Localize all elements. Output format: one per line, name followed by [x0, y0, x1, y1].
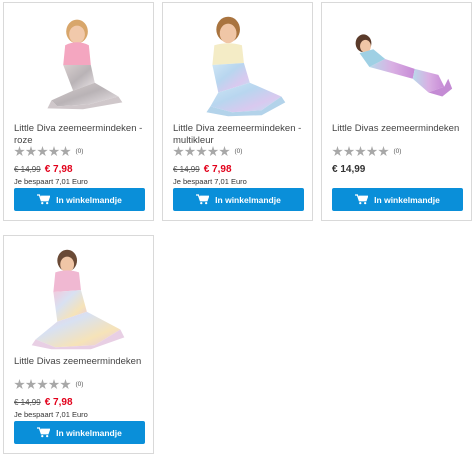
sale-price: € 7,98	[44, 164, 73, 175]
star-icon	[25, 379, 37, 390]
star-icon	[343, 146, 355, 157]
star-icon	[48, 146, 60, 157]
add-to-cart-button[interactable]: In winkelmandje	[332, 188, 463, 211]
add-to-cart-label: In winkelmandje	[374, 194, 440, 205]
old-price: € 14,99	[173, 165, 200, 174]
star-icon	[48, 379, 60, 390]
product-title[interactable]: Little Diva zeemeermindeken - roze	[14, 123, 145, 147]
rating-count: (0)	[75, 148, 84, 155]
savings-text: Je bespaart 7,01 Euro	[14, 177, 88, 186]
rating: (0)	[14, 146, 83, 157]
rating-stars	[332, 146, 390, 157]
add-to-cart-label: In winkelmandje	[56, 427, 122, 438]
star-icon	[366, 146, 378, 157]
price-block: € 14,99 € 7,98	[14, 164, 73, 175]
product-title[interactable]: Little Divas zeemeermindeken	[14, 356, 145, 368]
product-image[interactable]	[12, 9, 145, 117]
add-to-cart-label: In winkelmandje	[56, 194, 122, 205]
rating-stars	[14, 146, 72, 157]
shopping-cart-icon	[355, 194, 369, 205]
shopping-cart-icon	[196, 194, 210, 205]
star-icon	[25, 146, 37, 157]
product-card[interactable]: Little Diva zeemeermindeken - multikleur…	[162, 2, 313, 221]
star-icon	[378, 146, 389, 157]
product-card[interactable]: Little Divas zeemeermindeken (0) € 14,99…	[321, 2, 472, 221]
shopping-cart-icon	[37, 427, 51, 438]
rating-count: (0)	[234, 148, 243, 155]
product-card[interactable]: Little Divas zeemeermindeken (0) € 14,99…	[3, 235, 154, 454]
star-icon	[14, 146, 25, 157]
product-card[interactable]: Little Diva zeemeermindeken - roze (0) €…	[3, 2, 154, 221]
product-image[interactable]	[12, 242, 145, 350]
sale-price: € 7,98	[44, 397, 73, 408]
product-title[interactable]: Little Divas zeemeermindeken	[332, 123, 463, 135]
price-block: € 14,99	[332, 164, 365, 175]
star-icon	[332, 146, 343, 157]
add-to-cart-button[interactable]: In winkelmandje	[14, 188, 145, 211]
star-icon	[173, 146, 184, 157]
rating-stars	[14, 379, 72, 390]
price-block: € 14,99 € 7,98	[14, 397, 73, 408]
rating-count: (0)	[393, 148, 402, 155]
star-icon	[60, 379, 71, 390]
old-price: € 14,99	[14, 165, 41, 174]
star-icon	[37, 379, 48, 390]
star-icon	[355, 146, 366, 157]
star-icon	[184, 146, 196, 157]
star-icon	[14, 379, 25, 390]
savings-text: Je bespaart 7,01 Euro	[173, 177, 247, 186]
product-image[interactable]	[330, 9, 463, 117]
savings-text: Je bespaart 7,01 Euro	[14, 410, 88, 419]
rating: (0)	[173, 146, 242, 157]
regular-price: € 14,99	[332, 164, 366, 175]
star-icon	[207, 146, 219, 157]
sale-price: € 7,98	[203, 164, 232, 175]
star-icon	[219, 146, 230, 157]
add-to-cart-label: In winkelmandje	[215, 194, 281, 205]
rating-stars	[173, 146, 231, 157]
add-to-cart-button[interactable]: In winkelmandje	[173, 188, 304, 211]
star-icon	[60, 146, 71, 157]
add-to-cart-button[interactable]: In winkelmandje	[14, 421, 145, 444]
rating-count: (0)	[75, 381, 84, 388]
rating: (0)	[332, 146, 401, 157]
shopping-cart-icon	[37, 194, 51, 205]
price-block: € 14,99 € 7,98	[173, 164, 232, 175]
product-title[interactable]: Little Diva zeemeermindeken - multikleur	[173, 123, 304, 147]
rating: (0)	[14, 379, 83, 390]
star-icon	[196, 146, 207, 157]
star-icon	[37, 146, 48, 157]
product-image[interactable]	[171, 9, 304, 117]
old-price: € 14,99	[14, 398, 41, 407]
